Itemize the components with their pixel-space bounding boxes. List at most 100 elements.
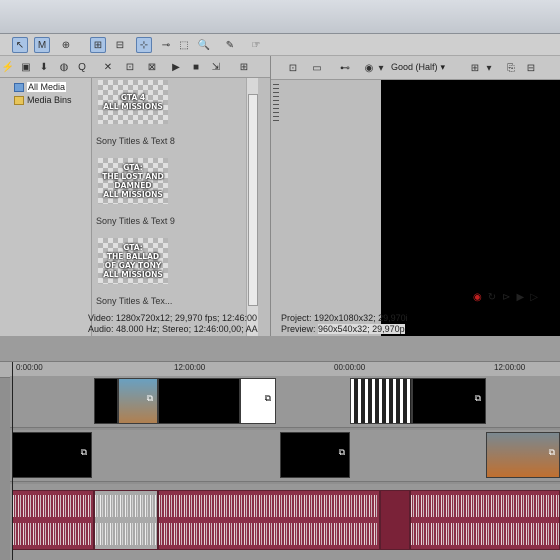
audio-waveform [95, 495, 157, 517]
magnifier-icon[interactable]: 🔍 [196, 37, 212, 53]
ruler-label: 12:00:00 [494, 363, 526, 372]
audio-clip[interactable] [94, 490, 158, 550]
lock-envelopes-icon[interactable]: ⊟ [112, 37, 128, 53]
preview-toolbar: ⊡ ▭ ⊷ ◉ ▾ Good (Half) ▾ ⊞ ▾ ⎘ ⊟ [271, 56, 560, 80]
split-screen-icon[interactable]: ◉ [361, 60, 377, 76]
play-icon[interactable]: ▶ [168, 59, 184, 75]
media-thumbnail-list: GTA 4 ALL MISSIONS Sony Titles & Text 8 … [92, 78, 246, 336]
project-info: Project: 1920x1080x32; 29,970i [281, 313, 408, 323]
scrollbar-thumb[interactable] [248, 94, 258, 306]
web-icon[interactable]: ◍ [56, 59, 72, 75]
loop-icon[interactable]: ↻ [488, 292, 496, 303]
video-clip[interactable]: ⧉ [486, 432, 560, 478]
preview-quality-value: Good (Half) [391, 62, 438, 72]
audio-track[interactable] [10, 484, 560, 560]
auto-ripple-icon[interactable]: ⊞ [90, 37, 106, 53]
video-track-1[interactable]: ⧉ ⧉ ⧉ [10, 376, 560, 428]
ruler-label: 12:00:00 [174, 363, 206, 372]
ruler-label: 0:00:00 [16, 363, 43, 372]
folder-icon [14, 95, 24, 105]
video-clip[interactable] [94, 378, 118, 424]
import-media-icon[interactable]: ⚡ [0, 59, 16, 75]
video-info: Video: 1280x720x12; 29,970 fps; 12:46:00 [88, 313, 257, 323]
audio-waveform [411, 523, 559, 545]
video-clip[interactable]: ⧉ [280, 432, 350, 478]
paint-brush-icon[interactable]: ✎ [222, 37, 238, 53]
preview-info: Preview: 960x540x32; 29,970p [281, 324, 405, 334]
tree-item-media-bins[interactable]: Media Bins [14, 94, 72, 106]
play-from-start-icon[interactable]: ⊳ [502, 292, 510, 303]
get-media-icon[interactable]: ⬇ [36, 59, 52, 75]
preview-label: Preview: [281, 324, 316, 334]
crop-icon[interactable]: ⧉ [339, 447, 345, 458]
selection-rect-icon[interactable]: ⬚ [176, 37, 192, 53]
video-clip[interactable]: ⧉ [118, 378, 158, 424]
panel-grip[interactable] [273, 84, 279, 124]
video-fx-icon[interactable]: ⊷ [337, 60, 353, 76]
snapping-icon[interactable]: ⊹ [136, 37, 152, 53]
envelope-edit-tool-icon[interactable]: M [34, 37, 50, 53]
media-toolbar: ⚡ ▣ ⬇ ◍ Q ✕ ⊡ ⊠ ▶ ■ ⇲ ⊞ [0, 56, 270, 78]
ruler-label: 00:00:00 [334, 363, 366, 372]
audio-waveform [411, 495, 559, 517]
project-value: 1920x1080x32; 29,970i [314, 313, 408, 323]
crop-icon[interactable]: ⧉ [147, 393, 153, 404]
normal-edit-tool-icon[interactable]: ↖ [12, 37, 28, 53]
video-clip[interactable] [158, 378, 240, 424]
audio-clip[interactable] [158, 490, 380, 550]
audio-waveform [13, 523, 93, 545]
media-thumbnail[interactable]: GTA: THE LOST AND DAMNED ALL MISSIONS [98, 158, 168, 204]
audio-waveform [13, 495, 93, 517]
timeline-header [0, 336, 560, 362]
project-label: Project: [281, 313, 312, 323]
audio-clip[interactable] [380, 490, 410, 550]
copy-snapshot-icon[interactable]: ⎘ [503, 60, 519, 76]
chevron-down-icon[interactable]: ▾ [485, 60, 493, 76]
preview-quality-select[interactable]: Good (Half) ▾ [391, 62, 445, 73]
selection-edit-tool-icon[interactable]: ⊕ [58, 37, 74, 53]
thumbnail-caption: Sony Titles & Text 8 [96, 136, 175, 146]
tree-item-label: Media Bins [27, 95, 72, 105]
audio-info: Audio: 48.000 Hz; Stereo; 12:46:00,00; A… [88, 324, 258, 334]
crop-icon[interactable]: ⧉ [549, 447, 555, 458]
play-icon[interactable]: ▶ [517, 292, 525, 303]
external-monitor-icon[interactable]: ▭ [309, 60, 325, 76]
title-bar [0, 0, 560, 34]
audio-waveform [95, 523, 157, 545]
preview-properties-icon[interactable]: ⊡ [285, 60, 301, 76]
properties-icon[interactable]: ⊡ [122, 59, 138, 75]
auto-preview-icon[interactable]: ⇲ [208, 59, 224, 75]
capture-icon[interactable]: ▣ [18, 59, 34, 75]
crop-icon[interactable]: ⧉ [81, 447, 87, 458]
main-toolbar: ↖ M ⊕ ⊞ ⊟ ⊹ ⊸ ⬚ 🔍 ✎ ☞ [0, 34, 560, 56]
video-clip[interactable]: ⧉ [240, 378, 276, 424]
save-snapshot-icon[interactable]: ⊟ [523, 60, 539, 76]
record-icon[interactable]: ◉ [473, 292, 482, 303]
crop-icon[interactable]: ⧉ [265, 393, 271, 404]
delete-icon[interactable]: ✕ [100, 59, 116, 75]
video-track-2[interactable]: ⧉ ⧉ ⧉ [10, 430, 560, 482]
search-media-icon[interactable]: Q [74, 59, 90, 75]
overlays-icon[interactable]: ⊞ [467, 60, 483, 76]
video-clip[interactable]: ⧉ [412, 378, 486, 424]
playhead-cursor[interactable] [12, 362, 13, 560]
preview-value: 960x540x32; 29,970p [318, 324, 405, 334]
audio-clip[interactable] [410, 490, 560, 550]
views-icon[interactable]: ⊞ [236, 59, 252, 75]
hand-tool-icon[interactable]: ☞ [248, 37, 264, 53]
media-thumbnail[interactable]: GTA: THE BALLAD OF GAY TONY ALL MISSIONS [98, 238, 168, 284]
tree-item-all-media[interactable]: All Media [14, 81, 67, 93]
chevron-down-icon[interactable]: ▾ [377, 60, 385, 76]
preview-transport: ◉ ↻ ⊳ ▶ ▷ [473, 292, 538, 303]
video-clip[interactable]: ⧉ [12, 432, 92, 478]
video-clip[interactable] [350, 378, 412, 424]
vertical-scrollbar[interactable] [246, 78, 258, 336]
zoom-icon[interactable]: ⊸ [158, 37, 174, 53]
media-tree: All Media Media Bins [0, 78, 92, 336]
media-fx-icon[interactable]: ⊠ [144, 59, 160, 75]
pause-icon[interactable]: ▷ [530, 292, 538, 303]
audio-clip[interactable] [12, 490, 94, 550]
crop-icon[interactable]: ⧉ [475, 393, 481, 404]
media-thumbnail[interactable]: GTA 4 ALL MISSIONS [98, 80, 168, 124]
stop-icon[interactable]: ■ [188, 59, 204, 75]
